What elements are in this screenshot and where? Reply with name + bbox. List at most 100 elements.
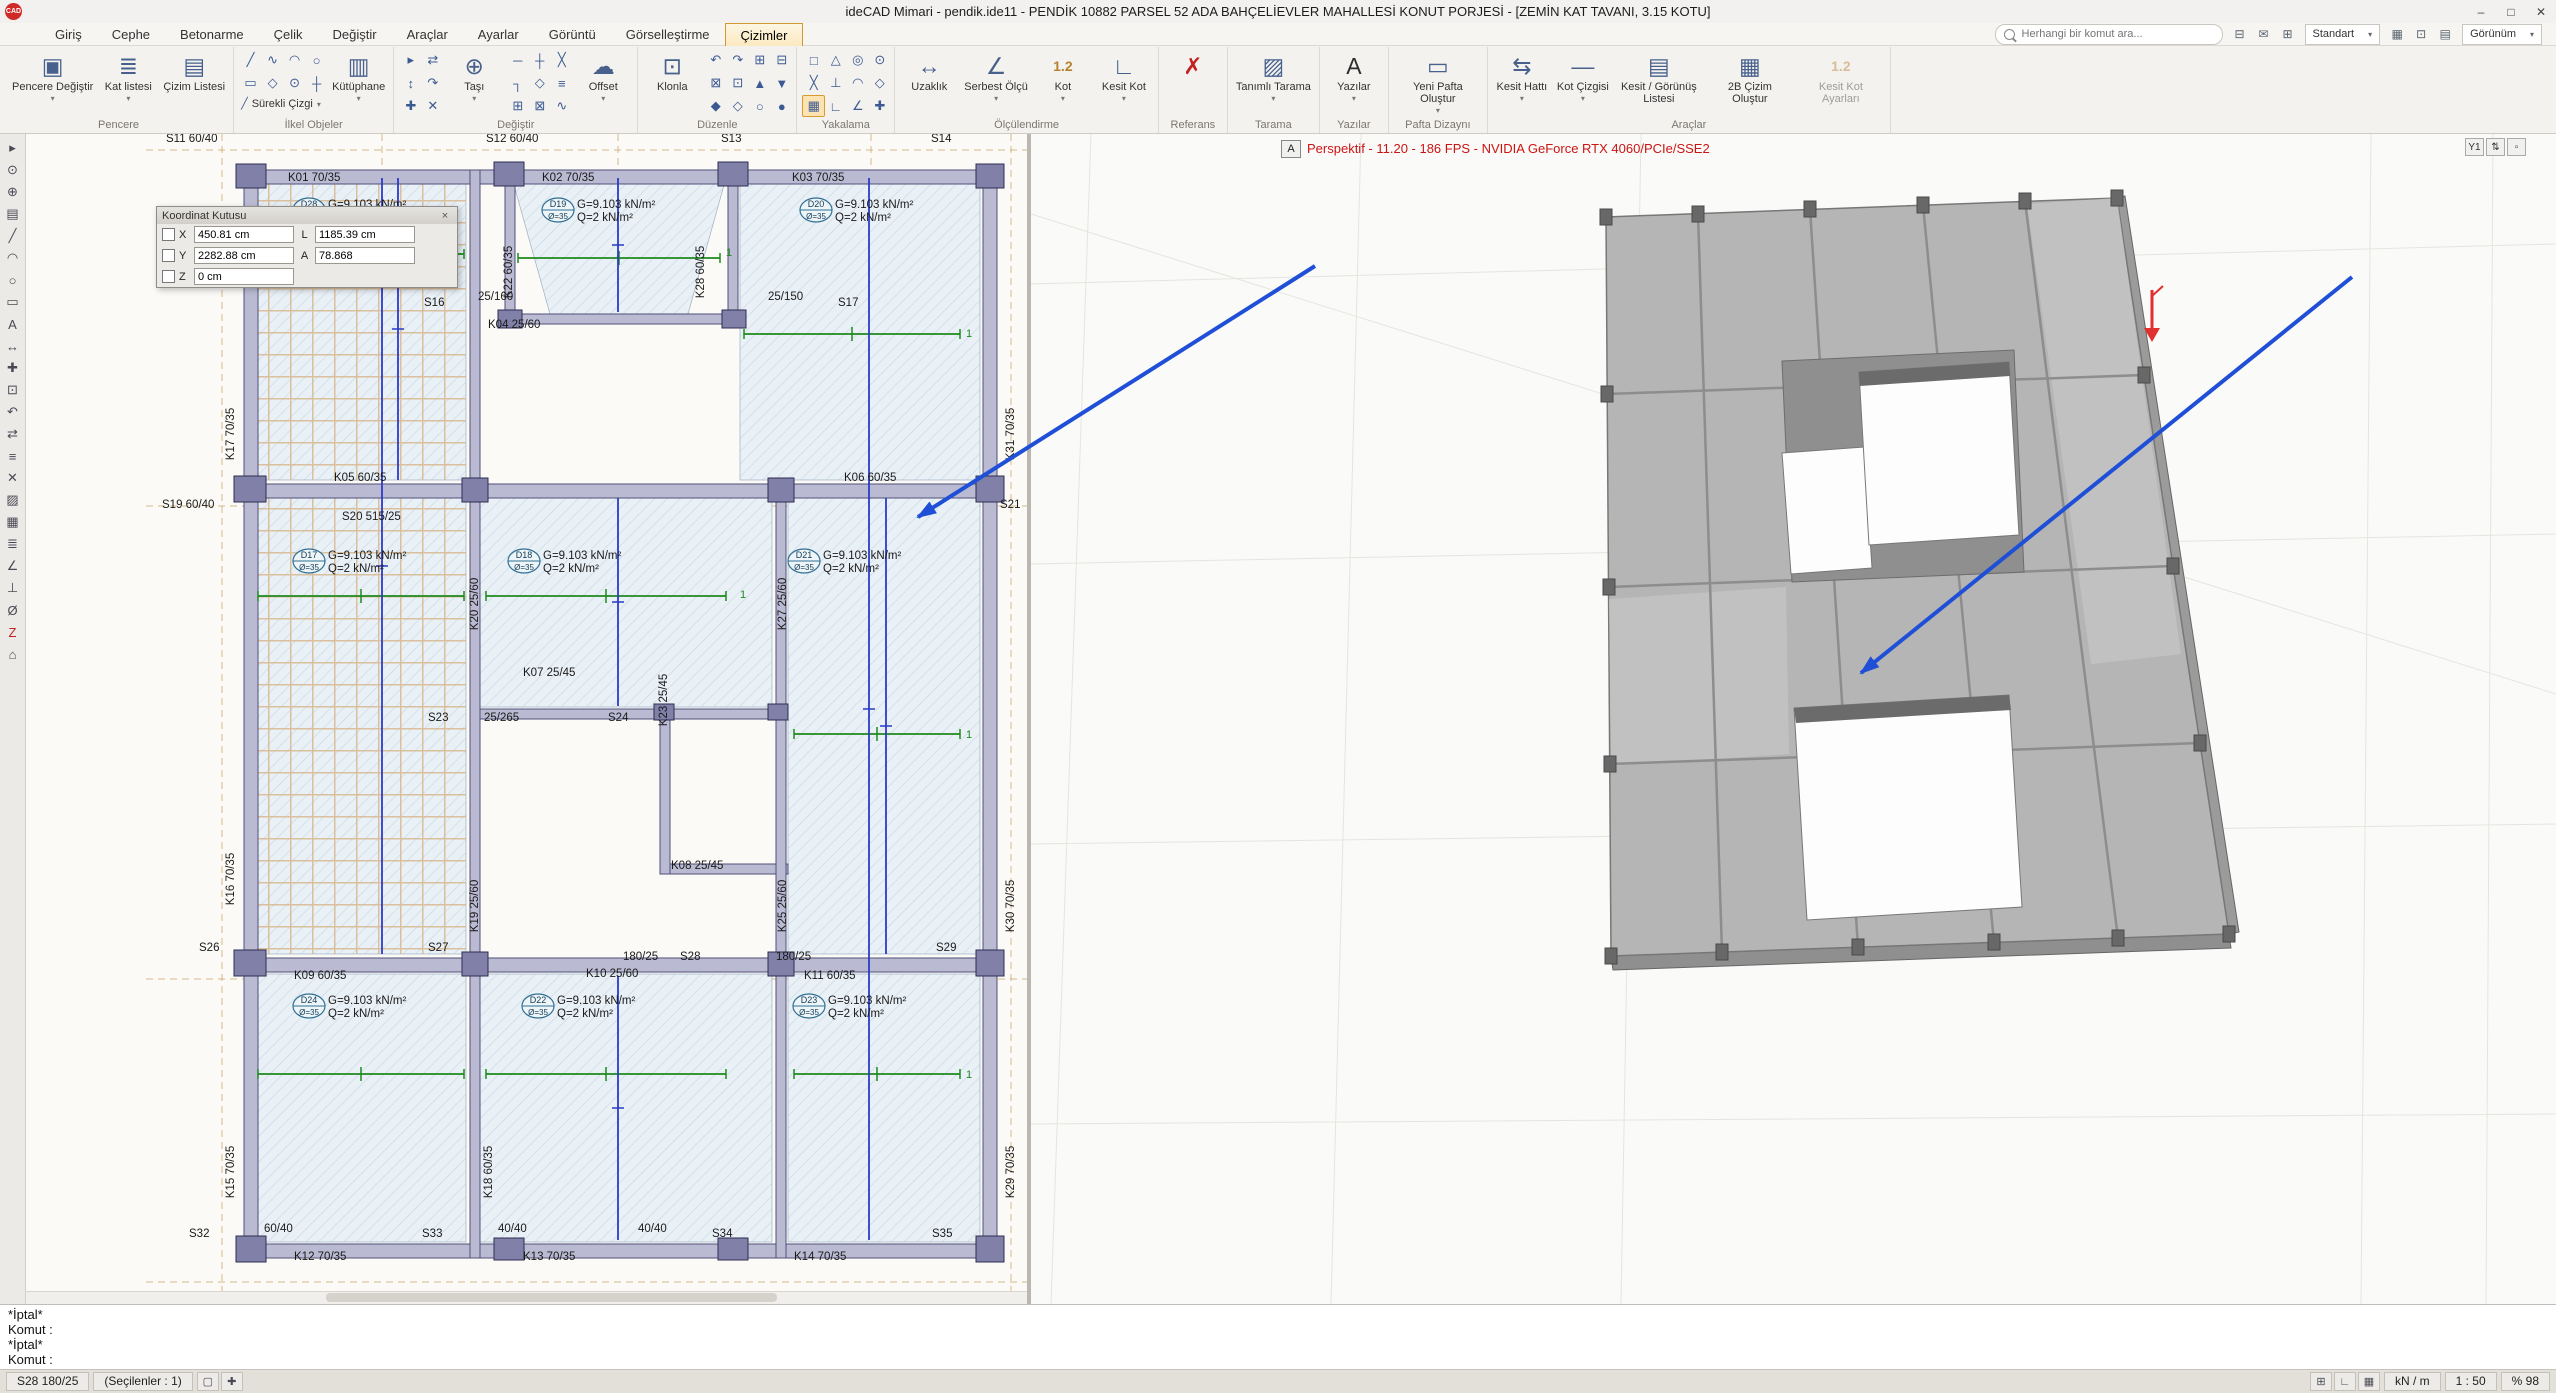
copy-icon[interactable]: ✚: [399, 95, 422, 117]
kesit-kot-ayarlari-button[interactable]: 1.2Kesit Kot Ayarları: [1797, 49, 1885, 107]
y-coordinate-field[interactable]: [194, 247, 294, 264]
circle-icon[interactable]: ○: [305, 49, 328, 71]
polar-snap-icon[interactable]: ∠: [846, 95, 869, 117]
view-axis-button[interactable]: A: [1281, 140, 1301, 158]
copy-object-icon[interactable]: ⊞: [748, 49, 771, 71]
angle-tool-icon[interactable]: ∠: [2, 556, 23, 576]
show-icon[interactable]: ●: [770, 95, 793, 117]
rectangle-icon[interactable]: ▭: [239, 72, 262, 94]
send-back-icon[interactable]: ▼: [770, 72, 793, 94]
perpendicular-snap-icon[interactable]: ⊥: [824, 72, 847, 94]
kot-button[interactable]: 1.2Kot▾: [1034, 49, 1092, 105]
polyline-icon[interactable]: ∿: [261, 49, 284, 71]
perspective-viewport[interactable]: A Perspektif - 11.20 - 186 FPS - NVIDIA …: [1031, 134, 2556, 1304]
uzaklik-button[interactable]: ↔Uzaklık: [900, 49, 958, 95]
ortho-snap-icon[interactable]: ∟: [824, 95, 847, 117]
kot-cizgisi-button[interactable]: —Kot Çizgisi▾: [1554, 49, 1612, 105]
copy-tool-icon[interactable]: ✚: [2, 358, 23, 378]
view-y1-button[interactable]: Y1: [2465, 138, 2484, 156]
plan-canvas[interactable]: S11 60/40S12 60/40S13S14K01 70/35K02 70/…: [26, 134, 1027, 1304]
minimize-button[interactable]: –: [2466, 1, 2496, 23]
dimension-tool-icon[interactable]: ↔: [2, 336, 23, 356]
group-icon[interactable]: ⊠: [704, 72, 727, 94]
center-snap-icon[interactable]: ◎: [846, 49, 869, 71]
command-history[interactable]: *İptal*Komut :*İptal*Komut :: [0, 1304, 2556, 1369]
point-icon[interactable]: ⊙: [283, 72, 306, 94]
erase-icon[interactable]: ✕: [421, 95, 444, 117]
tab-Değiştir[interactable]: Değiştir: [318, 23, 392, 45]
surekli-cizgi-button[interactable]: ╱Sürekli Çizgi▾: [239, 96, 326, 111]
z-coordinate-field[interactable]: [194, 268, 294, 285]
extend-icon[interactable]: ┼: [528, 49, 551, 71]
undo-tool-icon[interactable]: ↶: [2, 402, 23, 422]
maximize-button[interactable]: □: [2496, 1, 2526, 23]
a-coordinate-field[interactable]: [315, 247, 415, 264]
grid-toggle-icon[interactable]: ▦: [2386, 24, 2408, 45]
home-view-icon[interactable]: ⌂: [2, 644, 23, 664]
view-expand-button[interactable]: ▫: [2507, 138, 2526, 156]
curve-edit-icon[interactable]: ∿: [550, 95, 573, 117]
polygon-icon[interactable]: ◇: [261, 72, 284, 94]
align-tool-icon[interactable]: ≡: [2, 446, 23, 466]
text-tool-icon[interactable]: A: [2, 314, 23, 334]
chamfer-icon[interactable]: ◇: [528, 72, 551, 94]
scale-icon[interactable]: ⊠: [528, 95, 551, 117]
tab-Görüntü[interactable]: Görüntü: [534, 23, 611, 45]
x-coordinate-field[interactable]: [194, 226, 294, 243]
cross-icon[interactable]: ┼: [305, 72, 328, 94]
tangent-snap-icon[interactable]: ◠: [846, 72, 869, 94]
line-icon[interactable]: ╱: [239, 49, 262, 71]
bring-front-icon[interactable]: ▲: [748, 72, 771, 94]
osnap-toggle-icon[interactable]: ⊡: [2410, 24, 2432, 45]
unlock-icon[interactable]: ◇: [726, 95, 749, 117]
layout-icon[interactable]: ⊞: [2277, 24, 2299, 45]
select-icon[interactable]: ▸: [399, 49, 422, 71]
intersection-snap-icon[interactable]: ╳: [802, 72, 825, 94]
tab-Ayarlar[interactable]: Ayarlar: [463, 23, 534, 45]
pick-add-icon[interactable]: ✚: [221, 1372, 243, 1391]
gorunum-combo[interactable]: Görünüm▾: [2462, 24, 2542, 45]
z-axis-tool-icon[interactable]: Z: [2, 622, 23, 642]
tab-Görselleştirme[interactable]: Görselleştirme: [611, 23, 725, 45]
stretch-icon[interactable]: ↕: [399, 72, 422, 94]
close-icon[interactable]: ×: [438, 210, 452, 222]
arc-icon[interactable]: ◠: [283, 49, 306, 71]
kesit-gorunus-listesi-button[interactable]: ▤Kesit / Görünüş Listesi: [1615, 49, 1703, 107]
yazilar-button[interactable]: AYazılar▾: [1325, 49, 1383, 105]
kat-listesi-button[interactable]: ≣Kat listesi▾: [99, 49, 157, 105]
kesit-hatti-button[interactable]: ⇆Kesit Hattı▾: [1493, 49, 1551, 105]
offset-button[interactable]: ☁Offset▾: [574, 49, 632, 105]
referans-button[interactable]: ✗: [1164, 49, 1222, 83]
redo-icon[interactable]: ↷: [726, 49, 749, 71]
select-tool-icon[interactable]: ▸: [2, 138, 23, 158]
snap-settings-icon[interactable]: ✚: [868, 95, 891, 117]
tab-Betonarme[interactable]: Betonarme: [165, 23, 259, 45]
cizim-listesi-button[interactable]: ▤Çizim Listesi: [160, 49, 228, 95]
tab-Çelik[interactable]: Çelik: [259, 23, 318, 45]
iki-b-cizim-olustur-button[interactable]: ▦2B Çizim Oluştur: [1706, 49, 1794, 107]
break-icon[interactable]: ╳: [550, 49, 573, 71]
node-snap-icon[interactable]: ⊙: [868, 49, 891, 71]
endpoint-snap-icon[interactable]: □: [802, 49, 825, 71]
coordinate-box-titlebar[interactable]: Koordinat Kutusu ×: [157, 207, 457, 224]
ortho-status-icon[interactable]: ∟: [2334, 1372, 2356, 1391]
tab-Cephe[interactable]: Cephe: [97, 23, 165, 45]
plan-horizontal-scrollbar[interactable]: [26, 1291, 1027, 1304]
l-coordinate-field[interactable]: [315, 226, 415, 243]
diameter-tool-icon[interactable]: Ø: [2, 600, 23, 620]
undo-icon[interactable]: ↶: [704, 49, 727, 71]
y-lock-checkbox[interactable]: [162, 249, 175, 262]
serbest-olcu-button[interactable]: ∠Serbest Ölçü▾: [961, 49, 1031, 105]
trim-icon[interactable]: ─: [506, 49, 529, 71]
tab-Araçlar[interactable]: Araçlar: [392, 23, 463, 45]
paste-object-icon[interactable]: ⊟: [770, 49, 793, 71]
array-icon[interactable]: ⊞: [506, 95, 529, 117]
tab-Çizimler[interactable]: Çizimler: [725, 23, 804, 46]
arc-tool-icon[interactable]: ◠: [2, 248, 23, 268]
mirror-icon[interactable]: ⇄: [421, 49, 444, 71]
layers-toggle-icon[interactable]: ▤: [2434, 24, 2456, 45]
grid-status-icon[interactable]: ▦: [2358, 1372, 2380, 1391]
pan-tool-icon[interactable]: ⊕: [2, 182, 23, 202]
osnap-status-icon[interactable]: ⊞: [2310, 1372, 2332, 1391]
selection-filter-icon[interactable]: ▢: [197, 1372, 219, 1391]
